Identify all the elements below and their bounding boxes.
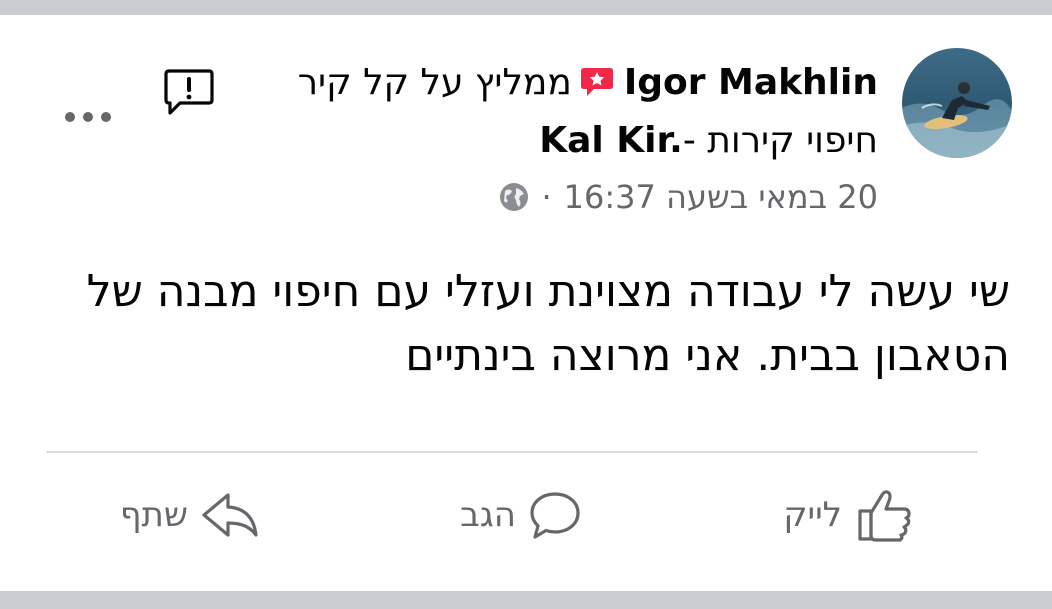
- post-meta: 20 במאי בשעה 16:37 ·: [499, 175, 878, 219]
- globe-icon[interactable]: [499, 182, 529, 212]
- post-subject-line: חיפוי קירות - Kal Kir.: [539, 115, 878, 165]
- post-header-line: Igor Makhlin ממליץ על קל קיר: [298, 57, 878, 107]
- comment-bubble-icon: [528, 489, 582, 541]
- post-body-text: שי עשה לי עבודה מצוינת ועזלי עם חיפוי מב…: [86, 266, 1010, 381]
- meta-separator: ·: [541, 178, 552, 216]
- recommend-star-icon: [580, 66, 614, 98]
- thumbs-up-icon: [854, 487, 914, 543]
- recommend-text: ממליץ על קל קיר: [297, 61, 572, 103]
- post-timestamp[interactable]: 20 במאי בשעה 16:37: [564, 178, 878, 216]
- comment-button[interactable]: הגב: [460, 485, 582, 545]
- like-button[interactable]: לייק: [783, 485, 914, 545]
- share-arrow-icon: [200, 489, 260, 541]
- share-button[interactable]: שתף: [120, 485, 260, 545]
- share-label: שתף: [119, 495, 188, 535]
- review-post-card: Igor Makhlin ממליץ על קל קיר חיפוי קירות…: [0, 15, 1052, 591]
- page-name-link[interactable]: Kal Kir.: [539, 120, 683, 161]
- author-avatar[interactable]: [902, 48, 1012, 158]
- more-options-icon[interactable]: [62, 107, 114, 127]
- comment-label: הגב: [460, 495, 516, 535]
- author-name[interactable]: Igor Makhlin: [624, 62, 878, 103]
- subject-text: חיפוי קירות -: [682, 119, 878, 161]
- report-icon[interactable]: [162, 67, 216, 117]
- avatar-surf-photo: [902, 48, 1012, 158]
- like-label: לייק: [783, 495, 842, 535]
- actions-divider: [46, 451, 978, 453]
